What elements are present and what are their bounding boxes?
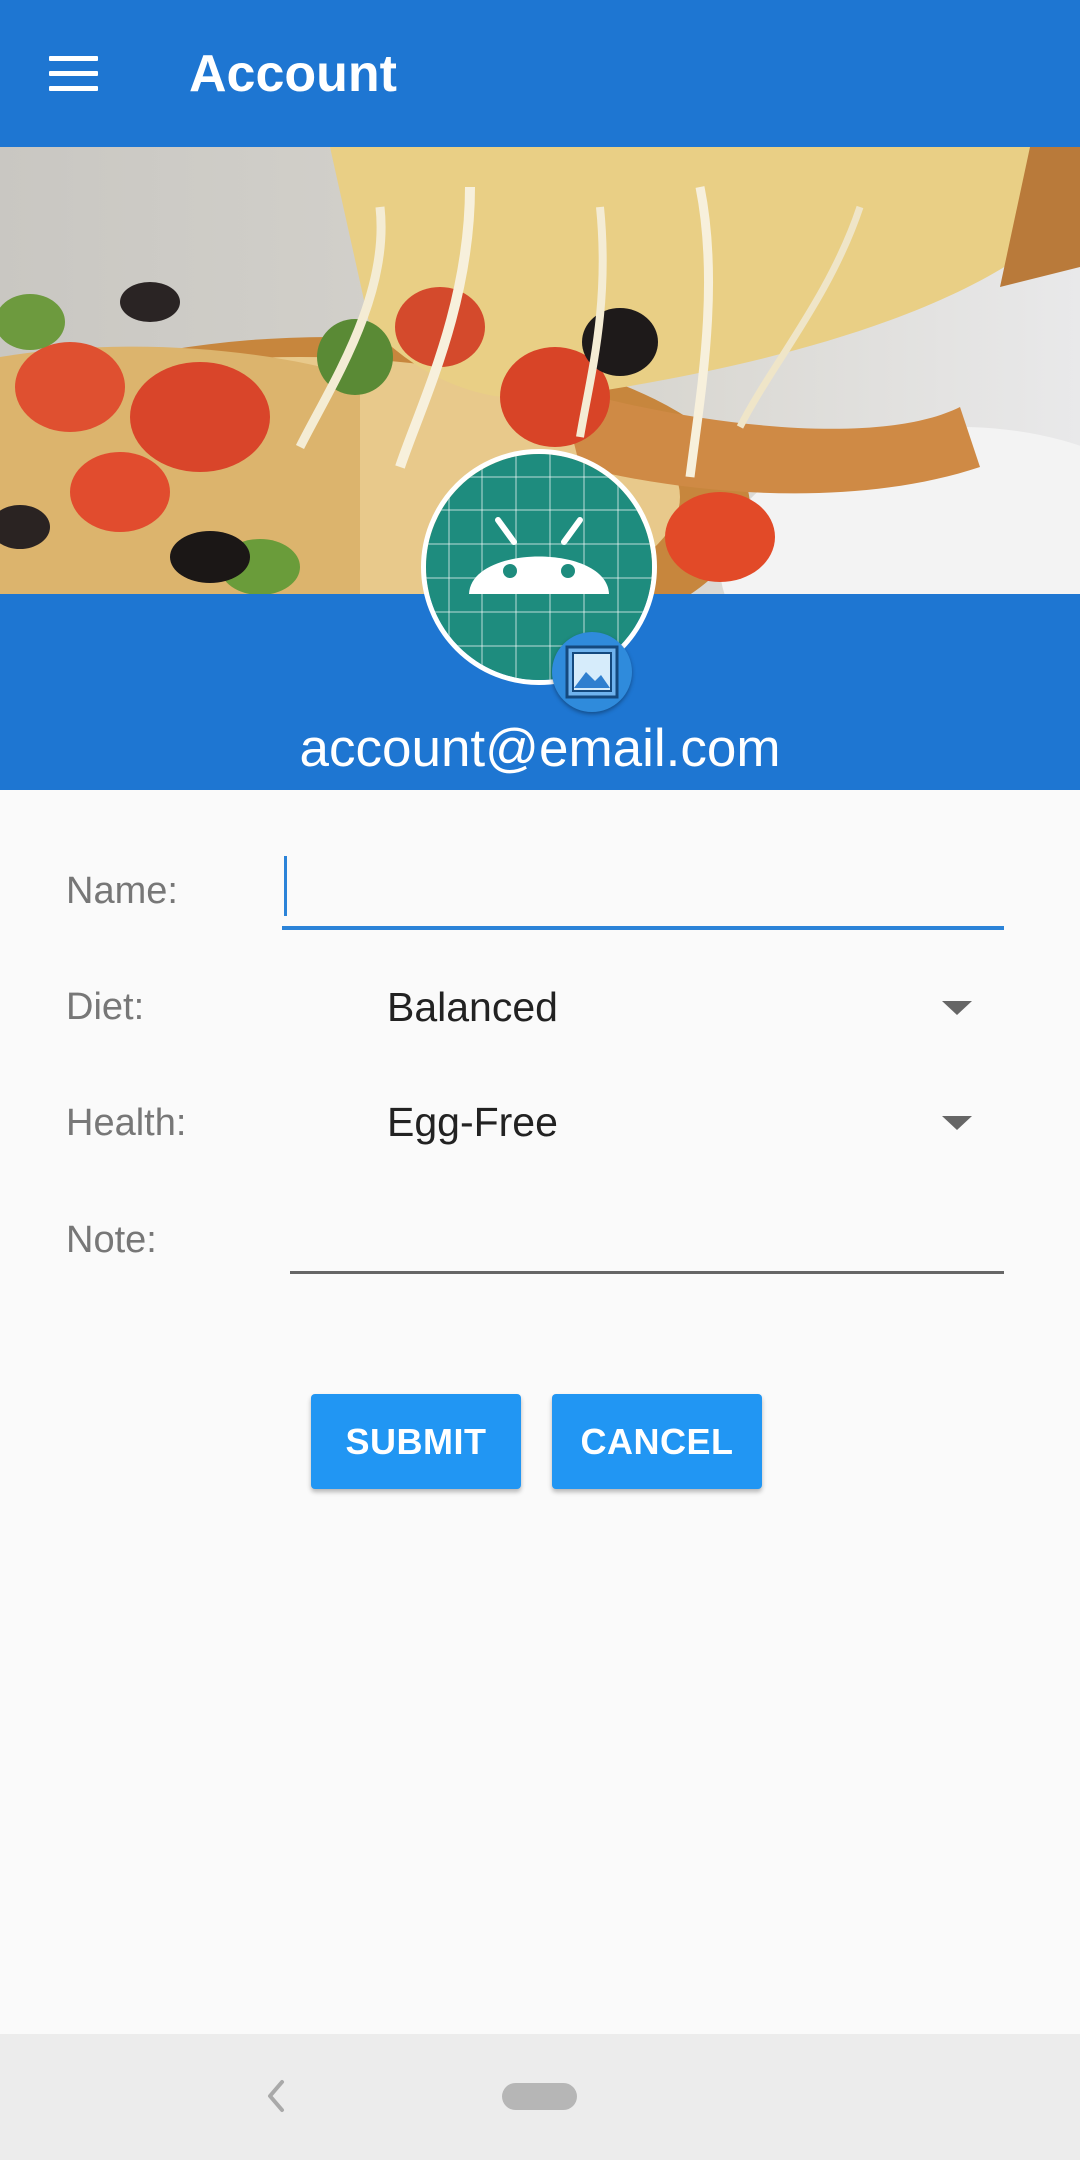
image-icon: [565, 645, 619, 699]
name-input[interactable]: [282, 852, 1004, 930]
page-title: Account: [189, 45, 397, 103]
note-label: Note:: [66, 1219, 157, 1261]
health-label: Health:: [66, 1102, 187, 1144]
diet-select[interactable]: Balanced: [372, 972, 992, 1042]
health-select[interactable]: Egg-Free: [372, 1087, 992, 1157]
home-pill-icon[interactable]: [502, 2083, 577, 2110]
diet-label: Diet:: [66, 986, 145, 1028]
dropdown-arrow-icon: [942, 1001, 972, 1015]
submit-button[interactable]: SUBMIT: [311, 1394, 521, 1489]
hamburger-menu-icon[interactable]: [34, 38, 112, 108]
dropdown-arrow-icon: [942, 1116, 972, 1130]
app-toolbar: Account: [0, 0, 1080, 147]
note-input[interactable]: [290, 1200, 1004, 1274]
name-label: Name:: [66, 870, 178, 912]
cancel-button[interactable]: CANCEL: [552, 1394, 762, 1489]
edit-photo-button[interactable]: [552, 632, 632, 712]
health-selected-value: Egg-Free: [387, 1099, 558, 1145]
diet-selected-value: Balanced: [387, 984, 558, 1030]
chevron-left-icon[interactable]: [258, 2076, 292, 2116]
text-cursor: [284, 856, 287, 916]
account-email: account@email.com: [299, 719, 781, 778]
